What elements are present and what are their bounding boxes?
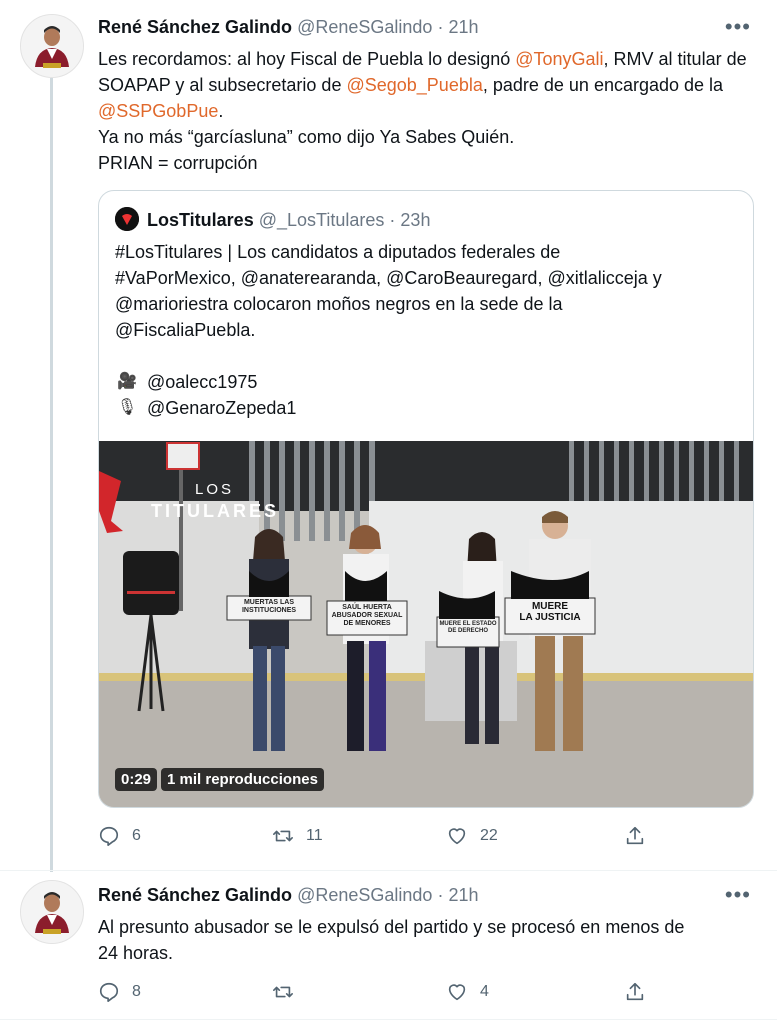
share-button[interactable] (624, 981, 646, 1003)
quoted-text-line: @marioriestra colocaron moños negros en … (115, 294, 563, 314)
camera-icon: 🎥 (117, 373, 137, 390)
video-badges: 0:29 1 mil reproducciones (115, 768, 324, 791)
thread-line (50, 78, 53, 872)
microphone-credit: @GenaroZepeda1 (147, 398, 297, 418)
tweet-text-line: Al presunto abusador se le expulsó del p… (98, 917, 685, 937)
author-avatar[interactable] (20, 14, 84, 78)
reply-icon (99, 982, 119, 1002)
tweet-text-line: Ya no más “garcíasluna” como dijo Ya Sab… (98, 127, 515, 147)
share-icon (626, 826, 644, 845)
mention-link[interactable]: @Segob_Puebla (346, 75, 482, 95)
author-avatar[interactable] (20, 880, 84, 944)
like-button[interactable]: 22 (446, 825, 498, 847)
mention-link[interactable]: @SSPGobPue (98, 101, 218, 121)
like-button[interactable]: 4 (446, 981, 489, 1003)
mention-link[interactable]: @TonyGali (515, 49, 603, 69)
like-count: 4 (480, 983, 489, 1000)
reply-count: 8 (132, 983, 141, 1000)
tweet-text: Les recordamos: al hoy Fiscal de Puebla … (98, 46, 758, 176)
like-icon (448, 828, 466, 845)
tweet-actions: 6 11 22 (98, 825, 658, 851)
tweet-text-line: PRIAN = corrupción (98, 153, 258, 173)
separator-dot: · (389, 210, 396, 230)
reply-button[interactable]: 6 (98, 825, 141, 847)
video-player[interactable]: LOS TITULARES MUERTAS LAS INSTITUCIONES … (99, 441, 753, 807)
tweet-divider (0, 1019, 777, 1020)
like-icon (448, 984, 466, 1001)
separator-dot: · (437, 885, 444, 905)
share-button[interactable] (624, 825, 646, 847)
tweet-divider (0, 870, 777, 871)
tweet-text-segment: Les recordamos: al hoy Fiscal de Puebla … (98, 49, 516, 69)
camera-credit: @oalecc1975 (147, 372, 258, 392)
avatar-image (21, 881, 83, 943)
protest-sign-line: LA JUSTICIA (519, 612, 581, 623)
video-watermark: TITULARES (151, 501, 279, 521)
more-icon[interactable]: ••• (725, 884, 751, 906)
tweet-time[interactable]: 21h (448, 885, 478, 905)
tweet-actions: 8 4 (98, 981, 658, 1007)
separator-dot: · (437, 17, 444, 37)
video-credit: 🎥 @oalecc1975 (115, 369, 257, 395)
share-icon (626, 982, 644, 1001)
author-name[interactable]: René Sánchez Galindo (98, 885, 292, 905)
video-views: 1 mil reproducciones (161, 768, 324, 791)
quoted-tweet-text: #LosTitulares | Los candidatos a diputad… (115, 239, 735, 343)
protest-sign: SAÚL HUERTA ABUSADOR SEXUAL DE MENORES (331, 604, 403, 627)
audio-credit: 🎙 @GenaroZepeda1 (115, 395, 297, 421)
protest-sign: MUERE LA JUSTICIA (507, 601, 593, 623)
reply-button[interactable]: 8 (98, 981, 141, 1003)
quoted-tweet-header: LosTitulares @_LosTitulares · 23h (147, 207, 430, 233)
reply-count: 6 (132, 827, 141, 844)
tweet-header: René Sánchez Galindo @ReneSGalindo · 21h (98, 882, 479, 908)
tweet-text-line: 24 horas. (98, 943, 174, 963)
tweet-time[interactable]: 21h (448, 17, 478, 37)
tweet-header: René Sánchez Galindo @ReneSGalindo · 21h (98, 14, 479, 40)
like-count: 22 (480, 827, 498, 844)
retweet-icon (273, 986, 293, 998)
quoted-text-line: @FiscaliaPuebla. (115, 320, 256, 340)
video-duration: 0:29 (115, 768, 158, 791)
protest-sign-line: MUERE (531, 601, 569, 612)
quoted-tweet-time: 23h (400, 210, 431, 230)
retweet-icon (273, 830, 293, 842)
more-icon[interactable]: ••• (725, 16, 751, 38)
microphone-icon: 🎙 (116, 399, 138, 416)
author-handle[interactable]: @ReneSGalindo (297, 17, 432, 37)
avatar-image (21, 15, 83, 77)
protest-sign: MUERTAS LAS INSTITUCIONES (241, 599, 297, 614)
retweet-button[interactable]: 11 (272, 825, 323, 847)
quoted-author-avatar (115, 207, 139, 231)
retweet-button[interactable] (272, 981, 306, 1003)
tweet-text-segment: . (218, 101, 224, 121)
author-handle[interactable]: @ReneSGalindo (297, 885, 432, 905)
retweet-count: 11 (306, 827, 323, 844)
reply-icon (99, 826, 119, 846)
protest-sign: MUERE EL ESTADO DE DERECHO (439, 621, 497, 634)
quoted-author-handle: @_LosTitulares (258, 210, 385, 230)
tweet-text: Al presunto abusador se le expulsó del p… (98, 914, 758, 966)
quoted-tweet-card[interactable]: LosTitulares @_LosTitulares · 23h #LosTi… (98, 190, 754, 808)
video-watermark: LOS (195, 481, 235, 498)
quoted-author-name: LosTitulares (147, 210, 254, 230)
quoted-text-line: #LosTitulares | Los candidatos a diputad… (115, 242, 561, 262)
tweet-text-segment: , padre de un encargado de la (482, 75, 724, 95)
author-name[interactable]: René Sánchez Galindo (98, 17, 292, 37)
quoted-text-line: #VaPorMexico, @anaterearanda, @CaroBeaur… (115, 268, 662, 288)
